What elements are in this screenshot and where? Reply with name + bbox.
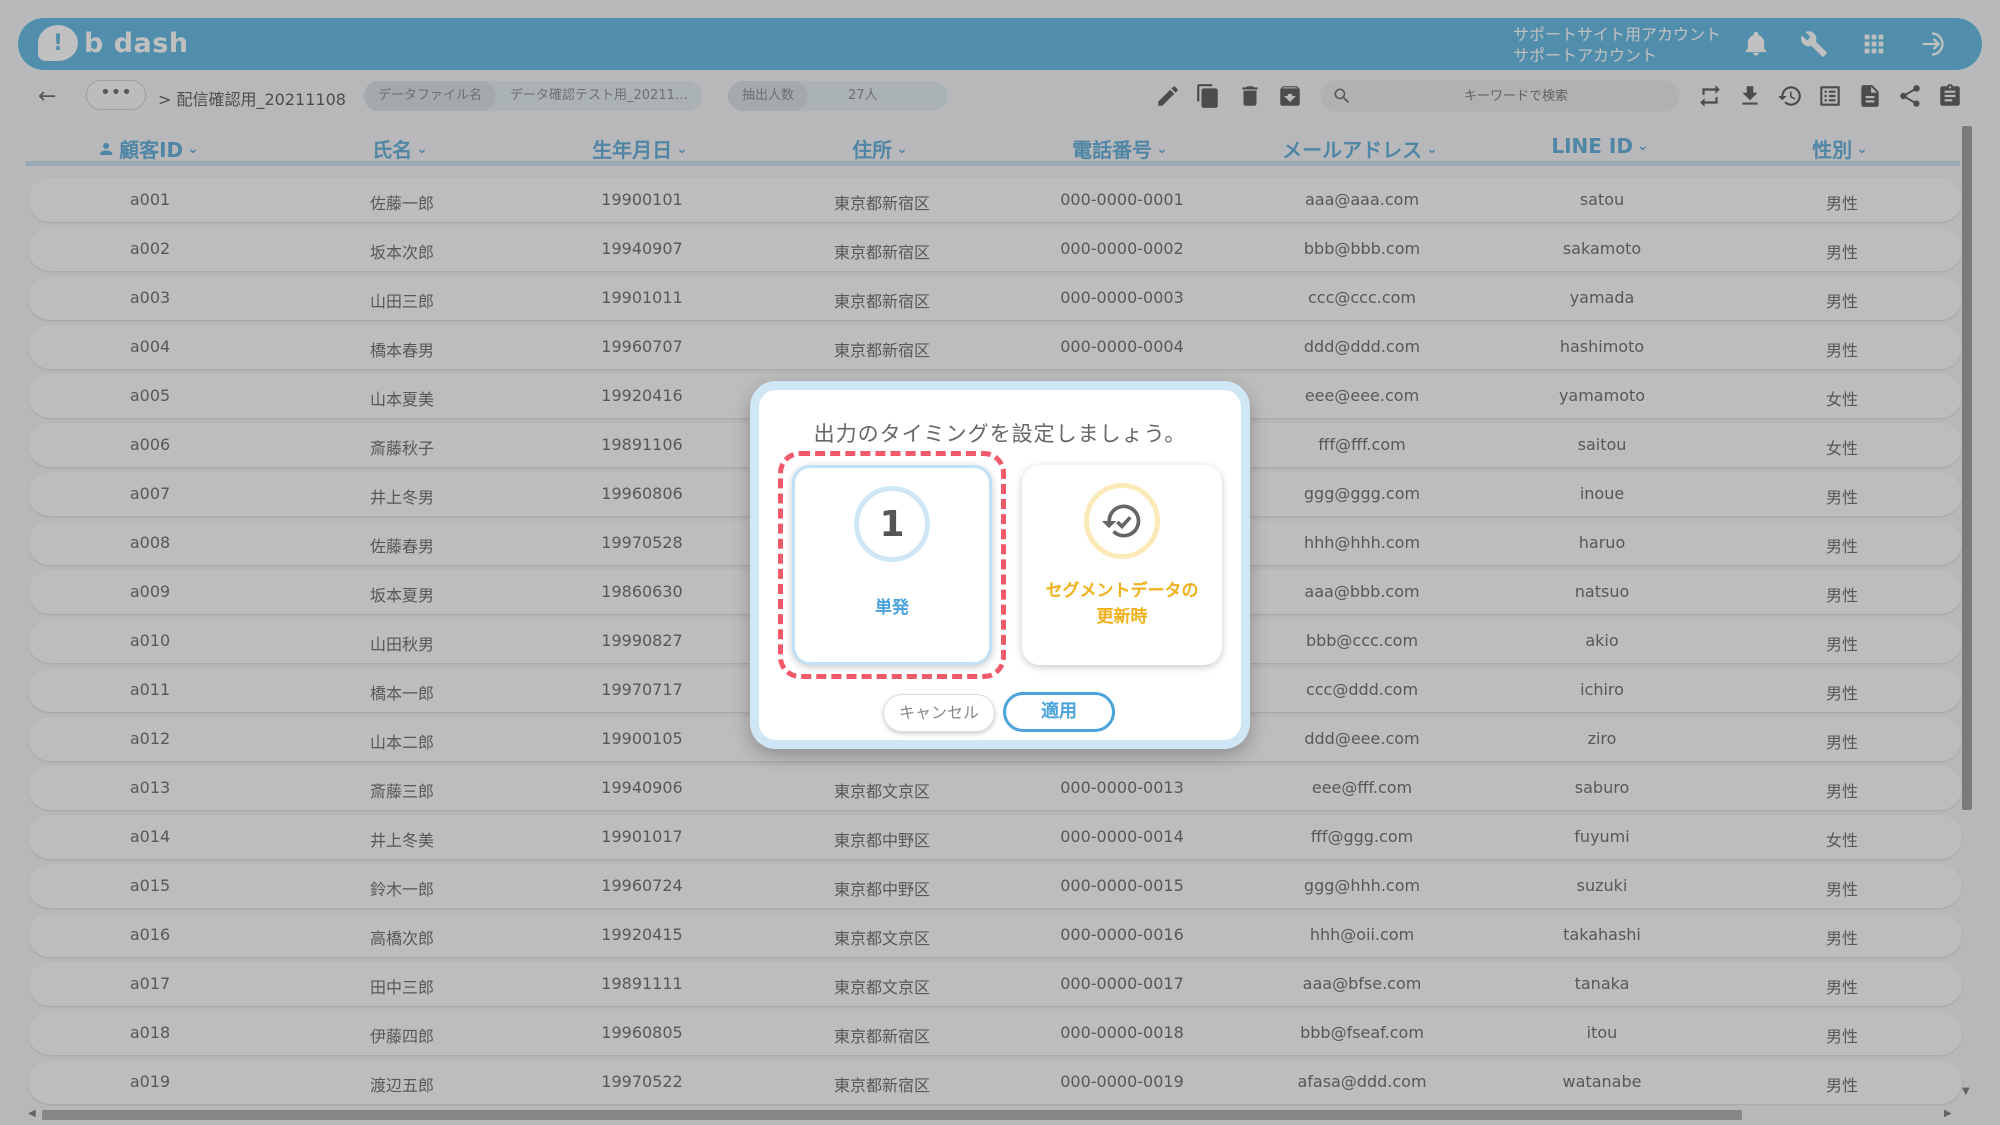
cancel-button[interactable]: キャンセル — [883, 694, 995, 732]
clock-refresh-icon — [1084, 483, 1160, 559]
option-single-run-label: 単発 — [875, 598, 909, 618]
dialog-title: 出力のタイミングを設定しましょう。 — [813, 422, 1187, 446]
option-segment-update-label-line2: 更新時 — [1096, 607, 1148, 627]
option-segment-update-label: セグメントデータの 更新時 — [1022, 578, 1222, 630]
apply-button[interactable]: 適用 — [1003, 692, 1115, 732]
option-segment-update[interactable]: セグメントデータの 更新時 — [1022, 465, 1222, 665]
output-timing-dialog: 出力のタイミングを設定しましょう。 1 単発 セグメントデータの 更新時 キャン… — [750, 381, 1250, 749]
number-one-icon: 1 — [854, 486, 930, 562]
option-segment-update-label-line1: セグメントデータの — [1045, 581, 1199, 601]
option-single-run[interactable]: 1 単発 — [792, 465, 992, 665]
